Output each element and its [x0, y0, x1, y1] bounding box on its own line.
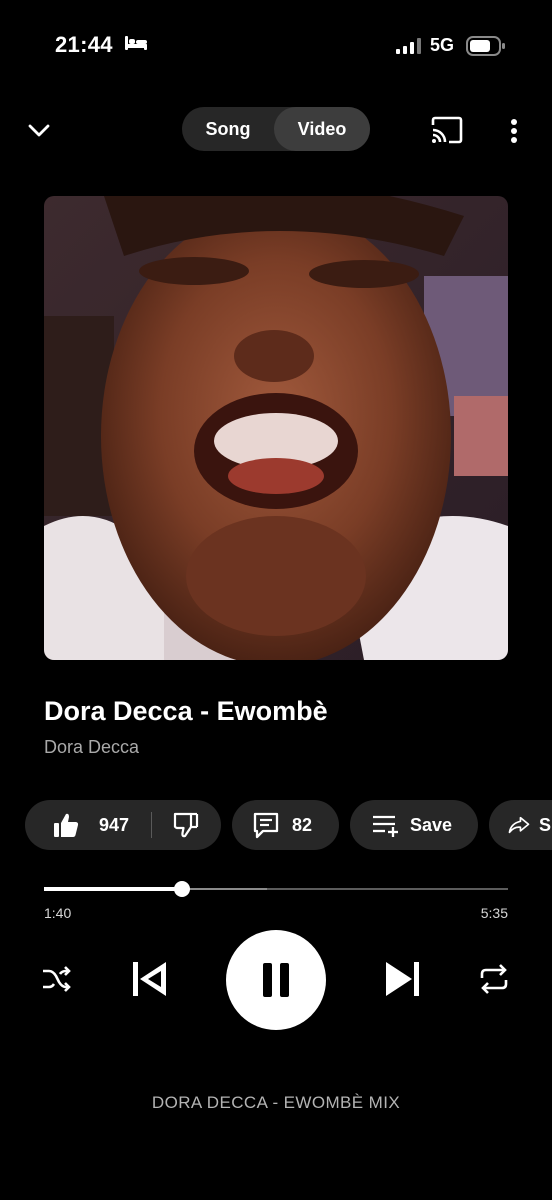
chevron-down-icon	[28, 124, 50, 137]
previous-button[interactable]	[128, 958, 172, 1000]
like-count: 947	[99, 814, 130, 835]
seek-played	[44, 887, 183, 891]
elapsed-time: 1:40	[44, 905, 72, 921]
action-chips-row: 947 82 Save S	[0, 800, 552, 852]
comment-icon	[253, 812, 279, 839]
battery-icon	[466, 36, 505, 56]
playlist-name[interactable]: DORA DECCA - EWOMBÈ MIX	[0, 1093, 552, 1113]
song-video-toggle: Song Video	[182, 107, 370, 151]
total-duration: 5:35	[480, 905, 508, 921]
share-button[interactable]: Share	[489, 800, 552, 850]
cast-button[interactable]	[428, 114, 466, 146]
track-title: Dora Decca - Ewombè	[44, 696, 328, 726]
seek-thumb[interactable]	[174, 881, 191, 897]
collapse-button[interactable]	[22, 114, 56, 148]
play-pause-button[interactable]	[226, 930, 326, 1030]
status-time: 21:44	[55, 32, 113, 57]
bed-icon	[125, 36, 147, 50]
repeat-button[interactable]	[477, 962, 511, 996]
skip-previous-icon	[133, 962, 166, 996]
comment-count: 82	[292, 814, 313, 835]
pause-icon	[263, 963, 289, 997]
tab-video[interactable]: Video	[274, 107, 370, 151]
more-vert-icon	[511, 119, 517, 143]
network-type: 5G	[430, 35, 455, 55]
player-top-bar: Song Video	[0, 100, 552, 160]
status-bar: 21:44 5G	[0, 0, 552, 92]
save-label: Save	[410, 814, 453, 835]
shuffle-icon	[43, 966, 71, 992]
video-artwork[interactable]	[44, 196, 508, 660]
shuffle-button[interactable]	[40, 962, 74, 996]
dislike-button[interactable]	[152, 800, 220, 850]
comments-button[interactable]: 82	[232, 800, 339, 850]
share-icon	[508, 816, 530, 834]
share-label: Share	[538, 814, 552, 835]
tab-song[interactable]: Song	[182, 107, 274, 151]
seek-bar[interactable]	[44, 881, 508, 897]
cast-icon	[431, 116, 463, 144]
playlist-add-icon	[373, 815, 398, 837]
more-options-button[interactable]	[500, 114, 528, 148]
signal-icon	[396, 38, 421, 54]
artwork-image	[44, 196, 508, 660]
repeat-icon	[480, 964, 508, 994]
skip-next-icon	[386, 962, 419, 996]
like-button[interactable]: 947	[25, 800, 151, 850]
next-button[interactable]	[380, 958, 424, 1000]
thumbs-down-icon	[173, 812, 199, 838]
like-dislike-chip: 947	[25, 800, 221, 850]
player-screen: 21:44 5G Song Video Dora Decca - Ewombè …	[0, 0, 552, 1200]
thumbs-up-icon	[54, 813, 79, 837]
playback-controls	[0, 928, 552, 1030]
save-button[interactable]: Save	[350, 800, 478, 850]
track-artist[interactable]: Dora Decca	[44, 737, 139, 758]
